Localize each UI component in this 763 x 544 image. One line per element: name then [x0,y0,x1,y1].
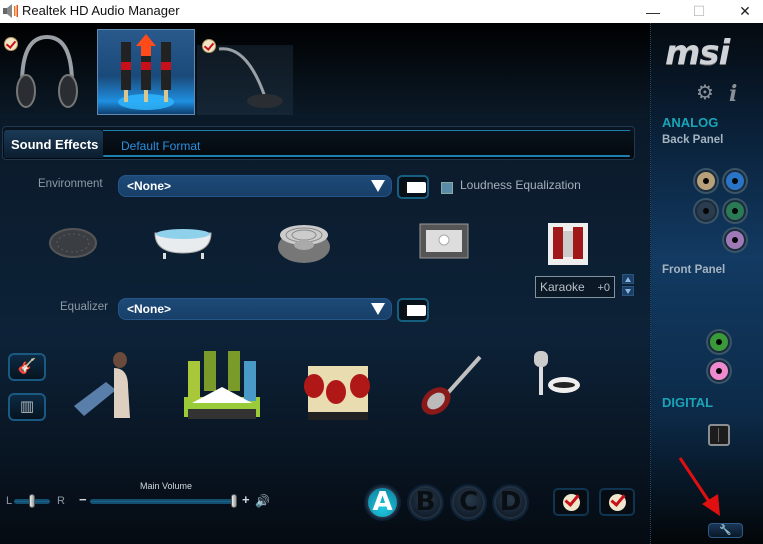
speakers-rca-icon [118,34,174,110]
loudness-equalization-checkbox[interactable] [441,182,453,194]
environment-label: Environment [38,178,103,190]
apply-all-button[interactable] [599,488,635,516]
msi-logo: msi [665,33,730,73]
tab-default-format[interactable]: Default Format [121,130,200,158]
environment-bathroom-icon[interactable] [151,223,215,263]
profile-b-button[interactable]: B [409,486,442,519]
close-button[interactable]: ✕ [722,0,763,23]
karaoke-label: Karaoke [540,280,585,294]
back-jack-line-out[interactable] [724,170,746,192]
karaoke-microphone-icon[interactable] [528,349,584,405]
profile-c-button[interactable]: C [452,486,485,519]
effects-tab-bar: Sound Effects Default Format [2,126,635,160]
dropdown-arrow-icon [371,303,385,315]
karaoke-down-button[interactable] [622,286,634,296]
back-jack-line-in[interactable] [695,170,717,192]
karaoke-value: +0 [597,282,610,294]
karaoke-field[interactable]: Karaoke +0 [535,276,615,298]
guitar-button[interactable]: 🎸 [8,353,46,381]
equalizer-graph-button[interactable]: ▥ [8,393,46,421]
title-bar: Realtek HD Audio Manager — ☐ ✕ [0,0,763,23]
device-tab-microphone[interactable] [197,39,293,115]
wrench-icon: 🔧 [719,525,732,536]
realtek-audio-manager: Sound Effects Default Format Environment… [0,23,763,544]
device-tabs [0,23,650,118]
loudness-equalization-label: Loudness Equalization [460,178,581,192]
headphones-icon [16,34,78,108]
environment-reset-toggle[interactable] [397,175,429,199]
environment-sewer-icon[interactable] [48,226,98,260]
equalizer-label: Equalizer [60,301,108,313]
back-jack-center-sub[interactable] [724,200,746,222]
maximize-button[interactable]: ☐ [676,0,722,23]
environment-room-icon[interactable] [418,222,470,264]
back-panel-label: Back Panel [662,134,724,146]
window-title: Realtek HD Audio Manager [22,3,180,18]
minimize-button[interactable]: — [630,0,676,23]
guitar-icon: 🎸 [17,358,37,375]
spdif-optical-port[interactable] [708,424,730,446]
speaker-volume-icon[interactable]: 🔊 [255,494,270,508]
red-annotation-arrow-icon [678,457,720,516]
device-tab-speakers[interactable] [97,29,195,115]
equalizer-pop-icon[interactable] [72,346,138,420]
main-volume-label: Main Volume [140,481,193,491]
front-jack-headphone-out[interactable] [708,331,730,353]
speaker-app-icon [3,4,18,18]
environment-value: <None> [127,179,172,193]
analog-label: ANALOG [662,115,719,130]
karaoke-up-button[interactable] [622,274,634,284]
equalizer-value: <None> [127,302,172,316]
back-jack-mic-in[interactable] [724,229,746,251]
connector-settings-button[interactable]: 🔧 [708,523,743,538]
balance-left-label: L [6,495,13,507]
front-jack-mic-in[interactable] [708,360,730,382]
equalizer-dropdown[interactable]: <None> [118,298,392,320]
balance-slider-knob[interactable] [29,494,35,508]
equalizer-reset-toggle[interactable] [397,298,429,322]
profile-d-button[interactable]: D [494,486,527,519]
equalizer-graph-icon: ▥ [19,398,35,415]
front-panel-label: Front Panel [662,264,726,276]
tab-sound-effects[interactable]: Sound Effects [4,130,103,158]
environment-stone-corridor-icon[interactable] [276,221,332,265]
info-button[interactable]: i [729,81,737,107]
back-jack-rear[interactable] [695,200,717,222]
volume-plus-label: + [242,492,250,507]
volume-minus-label: − [79,492,87,507]
digital-label: DIGITAL [662,395,714,410]
environment-theater-icon[interactable] [546,221,590,269]
environment-dropdown[interactable]: <None> [118,175,392,197]
balance-right-label: R [57,495,65,507]
equalizer-lounge-icon[interactable] [300,356,374,422]
equalizer-live-icon[interactable] [182,347,262,421]
dropdown-arrow-icon [371,180,385,192]
gear-icon[interactable]: ⚙ [695,83,715,103]
equalizer-rock-icon[interactable] [416,351,486,419]
main-volume-slider-knob[interactable] [231,494,237,508]
profile-a-button[interactable]: A [366,486,399,519]
device-tab-headphones[interactable] [0,23,95,115]
microphone-icon [218,47,283,108]
main-volume-slider[interactable] [90,499,236,504]
enabled-check-icon [202,39,216,53]
apply-button[interactable] [553,488,589,516]
